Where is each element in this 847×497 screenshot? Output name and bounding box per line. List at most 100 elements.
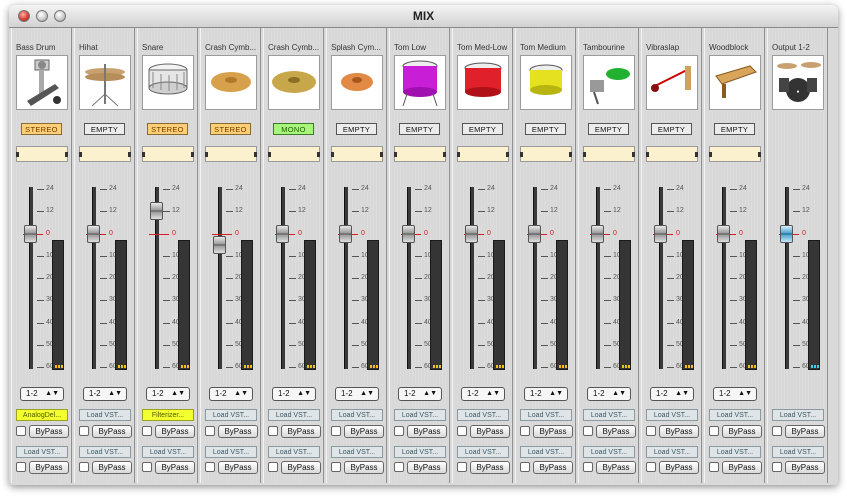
bypass-checkbox-1[interactable]: [772, 426, 782, 436]
vst-slot-2[interactable]: Load VST...: [457, 446, 509, 458]
vst-slot-1[interactable]: Load VST...: [268, 409, 320, 421]
output-select[interactable]: 1-2 ▲▼: [272, 387, 316, 401]
bypass-checkbox-1[interactable]: [79, 426, 89, 436]
bypass-checkbox-2[interactable]: [205, 462, 215, 472]
output-select[interactable]: 1-2 ▲▼: [146, 387, 190, 401]
bypass-button-2[interactable]: ByPass: [344, 461, 384, 474]
fader-knob[interactable]: [213, 235, 226, 254]
channel-label-field[interactable]: [142, 146, 194, 162]
title-bar[interactable]: MIX: [9, 5, 838, 28]
channel-label-field[interactable]: [646, 146, 698, 162]
channel-label-field[interactable]: [79, 146, 131, 162]
bus-mode-button[interactable]: STEREO: [147, 123, 188, 135]
vst-slot-1[interactable]: Load VST...: [646, 409, 698, 421]
bypass-button-1[interactable]: ByPass: [281, 425, 321, 438]
bus-mode-button[interactable]: EMPTY: [84, 123, 125, 135]
volume-fader[interactable]: 24 12 0 10 20 30 40 50 60: [390, 180, 451, 375]
bypass-button-1[interactable]: ByPass: [470, 425, 510, 438]
channel-label-field[interactable]: [394, 146, 446, 162]
output-select[interactable]: 1-2 ▲▼: [587, 387, 631, 401]
volume-fader[interactable]: 24 12 0 10 20 30 40 50 60: [12, 180, 73, 375]
bus-mode-button[interactable]: STEREO: [210, 123, 251, 135]
fader-knob[interactable]: [24, 224, 37, 243]
volume-fader[interactable]: 24 12 0 10 20 30 40 50 60: [642, 180, 703, 375]
bypass-button-1[interactable]: ByPass: [218, 425, 258, 438]
volume-fader[interactable]: 24 12 0 10 20 30 40 50 60: [75, 180, 136, 375]
channel-label-field[interactable]: [457, 146, 509, 162]
volume-fader[interactable]: 24 12 0 10 20 30 40 50 60: [579, 180, 640, 375]
drum-kit-icon[interactable]: ●: [772, 55, 824, 110]
bypass-checkbox-1[interactable]: [205, 426, 215, 436]
bypass-checkbox-1[interactable]: [268, 426, 278, 436]
crash-cymbal-icon[interactable]: [205, 55, 257, 110]
tom-low-icon[interactable]: [394, 55, 446, 110]
fader-knob[interactable]: [150, 202, 163, 221]
fader-knob[interactable]: [339, 224, 352, 243]
vst-slot-2[interactable]: Load VST...: [79, 446, 131, 458]
bus-mode-button[interactable]: STEREO: [21, 123, 62, 135]
vst-slot-2[interactable]: Load VST...: [520, 446, 572, 458]
vst-slot-1[interactable]: Filterizer...: [142, 409, 194, 421]
output-select[interactable]: 1-2 ▲▼: [209, 387, 253, 401]
bypass-checkbox-1[interactable]: [142, 426, 152, 436]
fader-knob[interactable]: [276, 224, 289, 243]
bypass-checkbox-2[interactable]: [583, 462, 593, 472]
vst-slot-1[interactable]: Load VST...: [457, 409, 509, 421]
bypass-checkbox-2[interactable]: [772, 462, 782, 472]
fader-knob[interactable]: [780, 224, 793, 243]
output-select[interactable]: 1-2 ▲▼: [461, 387, 505, 401]
bypass-button-1[interactable]: ByPass: [596, 425, 636, 438]
vst-slot-2[interactable]: Load VST...: [331, 446, 383, 458]
fader-knob[interactable]: [654, 224, 667, 243]
bus-mode-button[interactable]: EMPTY: [588, 123, 629, 135]
bypass-button-1[interactable]: ByPass: [659, 425, 699, 438]
volume-fader[interactable]: 24 12 0 10 20 30 40 50 60: [453, 180, 514, 375]
channel-label-field[interactable]: [205, 146, 257, 162]
channel-label-field[interactable]: [709, 146, 761, 162]
bypass-button-2[interactable]: ByPass: [218, 461, 258, 474]
vst-slot-2[interactable]: Load VST...: [16, 446, 68, 458]
bypass-checkbox-2[interactable]: [646, 462, 656, 472]
output-select[interactable]: 1-2 ▲▼: [335, 387, 379, 401]
bypass-button-2[interactable]: ByPass: [155, 461, 195, 474]
bypass-checkbox-1[interactable]: [709, 426, 719, 436]
hihat-icon[interactable]: [79, 55, 131, 110]
bus-mode-button[interactable]: EMPTY: [714, 123, 755, 135]
bus-mode-button[interactable]: EMPTY: [525, 123, 566, 135]
bypass-button-2[interactable]: ByPass: [407, 461, 447, 474]
bypass-checkbox-1[interactable]: [457, 426, 467, 436]
bypass-checkbox-1[interactable]: [394, 426, 404, 436]
bypass-button-1[interactable]: ByPass: [407, 425, 447, 438]
bypass-button-1[interactable]: ByPass: [785, 425, 825, 438]
channel-label-field[interactable]: [268, 146, 320, 162]
output-select[interactable]: 1-2 ▲▼: [713, 387, 757, 401]
vst-slot-2[interactable]: Load VST...: [709, 446, 761, 458]
bypass-checkbox-2[interactable]: [457, 462, 467, 472]
output-select[interactable]: 1-2 ▲▼: [20, 387, 64, 401]
bypass-checkbox-2[interactable]: [142, 462, 152, 472]
volume-fader[interactable]: 24 12 0 10 20 30 40 50 60: [516, 180, 577, 375]
tom-med-low-icon[interactable]: [457, 55, 509, 110]
vst-slot-1[interactable]: Load VST...: [205, 409, 257, 421]
bypass-button-1[interactable]: ByPass: [722, 425, 762, 438]
bus-mode-button[interactable]: MONO: [273, 123, 314, 135]
vst-slot-2[interactable]: Load VST...: [646, 446, 698, 458]
bass-drum-pedal-icon[interactable]: [16, 55, 68, 110]
bypass-button-1[interactable]: ByPass: [155, 425, 195, 438]
vst-slot-2[interactable]: Load VST...: [268, 446, 320, 458]
bypass-checkbox-1[interactable]: [646, 426, 656, 436]
volume-fader[interactable]: 24 12 0 10 20 30 40 50 60: [264, 180, 325, 375]
vst-slot-1[interactable]: Load VST...: [583, 409, 635, 421]
output-select[interactable]: 1-2 ▲▼: [650, 387, 694, 401]
vst-slot-1[interactable]: Load VST...: [394, 409, 446, 421]
bypass-button-2[interactable]: ByPass: [596, 461, 636, 474]
fader-knob[interactable]: [465, 224, 478, 243]
bypass-checkbox-2[interactable]: [709, 462, 719, 472]
volume-fader[interactable]: 24 12 0 10 20 30 40 50 60: [138, 180, 199, 375]
bypass-button-1[interactable]: ByPass: [533, 425, 573, 438]
channel-label-field[interactable]: [583, 146, 635, 162]
bypass-button-2[interactable]: ByPass: [785, 461, 825, 474]
bypass-button-2[interactable]: ByPass: [29, 461, 69, 474]
bypass-checkbox-2[interactable]: [16, 462, 26, 472]
vst-slot-1[interactable]: Load VST...: [772, 409, 824, 421]
